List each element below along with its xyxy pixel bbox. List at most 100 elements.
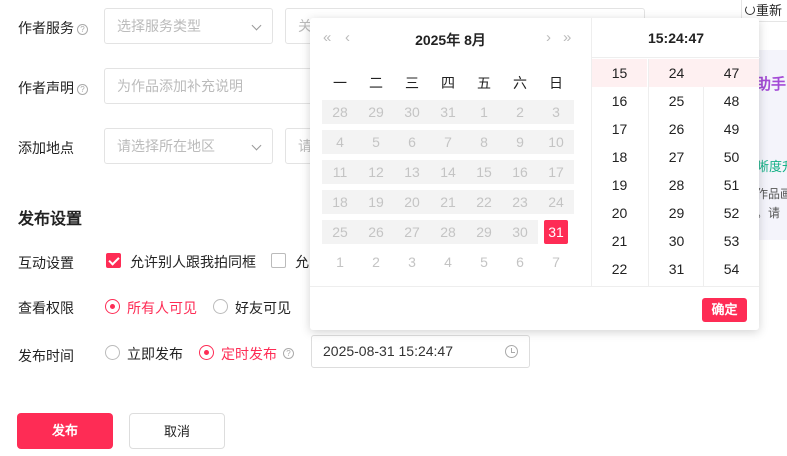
second-option[interactable]: 53 xyxy=(704,227,759,255)
datetime-picker-popup: « ‹ 2025年 8月 › » 一二三四五六日 28 29 30 31 1 2 3 4 5 6 7… xyxy=(310,18,760,330)
calendar-day[interactable]: 6 xyxy=(502,250,538,274)
calendar-day[interactable]: 18 xyxy=(322,190,358,214)
minute-option[interactable]: 29 xyxy=(649,199,704,227)
hour-option[interactable]: 21 xyxy=(592,227,647,255)
calendar-header: « ‹ 2025年 8月 › » xyxy=(310,18,591,58)
minute-option[interactable]: 28 xyxy=(649,171,704,199)
calendar-day[interactable]: 22 xyxy=(466,190,502,214)
calendar-day[interactable]: 13 xyxy=(394,160,430,184)
calendar-day[interactable]: 30 xyxy=(394,100,430,124)
help-icon[interactable]: ? xyxy=(77,24,88,35)
second-option[interactable]: 49 xyxy=(704,115,759,143)
location-label: 添加地点 xyxy=(18,140,74,156)
clarity-tip: 晰度升 xyxy=(756,159,787,174)
minute-option[interactable]: 27 xyxy=(649,143,704,171)
hour-option[interactable]: 19 xyxy=(592,171,647,199)
minute-column[interactable]: 24 25 26 27 28 29 30 31 xyxy=(648,59,704,286)
allow-other-checkbox[interactable] xyxy=(271,253,286,268)
hour-column[interactable]: 15 16 17 18 19 20 21 22 xyxy=(592,59,648,286)
statement-input[interactable]: 为作品添加补充说明 xyxy=(104,68,324,104)
calendar-day[interactable]: 3 xyxy=(538,100,574,124)
hour-option[interactable]: 15 xyxy=(592,59,647,87)
cancel-button[interactable]: 取消 xyxy=(129,413,225,449)
second-column[interactable]: 47 48 49 50 51 52 53 54 xyxy=(704,59,760,286)
calendar-day[interactable]: 11 xyxy=(322,160,358,184)
calendar-day[interactable]: 19 xyxy=(358,190,394,214)
location-select[interactable]: 请选择所在地区 xyxy=(104,128,273,164)
refresh-icon xyxy=(745,5,755,15)
second-option[interactable]: 54 xyxy=(704,255,759,283)
calendar-day[interactable]: 21 xyxy=(430,190,466,214)
calendar-day[interactable]: 16 xyxy=(502,160,538,184)
calendar-day[interactable]: 2 xyxy=(502,100,538,124)
calendar-day[interactable]: 25 xyxy=(322,220,358,244)
picker-footer: 确定 xyxy=(310,286,759,330)
second-option[interactable]: 47 xyxy=(704,59,759,87)
calendar-day[interactable]: 4 xyxy=(430,250,466,274)
hour-option[interactable]: 16 xyxy=(592,87,647,115)
author-statement-label: 作者声明? xyxy=(18,78,88,98)
allow-duet-text: 允许别人跟我拍同框 xyxy=(130,254,256,270)
visibility-friends-radio[interactable] xyxy=(213,299,228,314)
calendar-day[interactable]: 31 xyxy=(430,100,466,124)
scheduled-publish-radio[interactable] xyxy=(199,345,214,360)
help-icon[interactable]: ? xyxy=(283,348,294,359)
publish-now-radio[interactable] xyxy=(105,345,120,360)
publish-button[interactable]: 发布 xyxy=(17,413,113,449)
calendar-day[interactable]: 27 xyxy=(394,220,430,244)
calendar-day[interactable]: 5 xyxy=(466,250,502,274)
minute-option[interactable]: 30 xyxy=(649,227,704,255)
calendar-day[interactable]: 26 xyxy=(358,220,394,244)
calendar-day[interactable]: 24 xyxy=(538,190,574,214)
calendar-day[interactable]: 20 xyxy=(394,190,430,214)
calendar-panel: « ‹ 2025年 8月 › » 一二三四五六日 28 29 30 31 1 2 3 4 5 6 7… xyxy=(310,18,591,286)
minute-option[interactable]: 24 xyxy=(649,59,704,87)
calendar-day[interactable]: 7 xyxy=(430,130,466,154)
calendar-day[interactable]: 7 xyxy=(538,250,574,274)
calendar-day[interactable]: 23 xyxy=(502,190,538,214)
calendar-day[interactable]: 5 xyxy=(358,130,394,154)
calendar-day[interactable]: 17 xyxy=(538,160,574,184)
minute-option[interactable]: 31 xyxy=(649,255,704,283)
calendar-day[interactable]: 30 xyxy=(502,220,538,244)
calendar-day[interactable]: 2 xyxy=(358,250,394,274)
calendar-day[interactable]: 4 xyxy=(322,130,358,154)
weekday-label: 一 xyxy=(333,75,347,91)
second-option[interactable]: 51 xyxy=(704,171,759,199)
calendar-day[interactable]: 9 xyxy=(502,130,538,154)
time-title: 15:24:47 xyxy=(592,18,760,58)
visibility-friends-text: 好友可见 xyxy=(235,300,291,316)
weekday-label: 四 xyxy=(441,75,455,91)
calendar-day[interactable]: 28 xyxy=(430,220,466,244)
calendar-day[interactable]: 1 xyxy=(466,100,502,124)
allow-duet-checkbox[interactable] xyxy=(106,253,121,268)
minute-option[interactable]: 26 xyxy=(649,115,704,143)
confirm-button[interactable]: 确定 xyxy=(702,298,747,322)
calendar-day[interactable]: 6 xyxy=(394,130,430,154)
calendar-day[interactable]: 8 xyxy=(466,130,502,154)
next-month-icon[interactable]: › xyxy=(546,29,551,46)
calendar-day-selected[interactable]: 31 xyxy=(544,220,568,244)
calendar-day[interactable]: 15 xyxy=(466,160,502,184)
next-year-icon[interactable]: » xyxy=(563,29,571,46)
calendar-day[interactable]: 3 xyxy=(394,250,430,274)
hour-option[interactable]: 20 xyxy=(592,199,647,227)
calendar-day[interactable]: 10 xyxy=(538,130,574,154)
calendar-day[interactable]: 29 xyxy=(358,100,394,124)
hour-option[interactable]: 22 xyxy=(592,255,647,283)
service-type-select[interactable]: 选择服务类型 xyxy=(104,8,273,44)
calendar-day[interactable]: 29 xyxy=(466,220,502,244)
publish-datetime-input[interactable]: 2025-08-31 15:24:47 xyxy=(311,335,530,368)
calendar-day[interactable]: 28 xyxy=(322,100,358,124)
calendar-day[interactable]: 14 xyxy=(430,160,466,184)
calendar-day[interactable]: 12 xyxy=(358,160,394,184)
second-option[interactable]: 52 xyxy=(704,199,759,227)
help-icon[interactable]: ? xyxy=(77,84,88,95)
second-option[interactable]: 50 xyxy=(704,143,759,171)
hour-option[interactable]: 18 xyxy=(592,143,647,171)
hour-option[interactable]: 17 xyxy=(592,115,647,143)
visibility-all-radio[interactable] xyxy=(105,299,120,314)
calendar-day[interactable]: 1 xyxy=(322,250,358,274)
second-option[interactable]: 48 xyxy=(704,87,759,115)
minute-option[interactable]: 25 xyxy=(649,87,704,115)
